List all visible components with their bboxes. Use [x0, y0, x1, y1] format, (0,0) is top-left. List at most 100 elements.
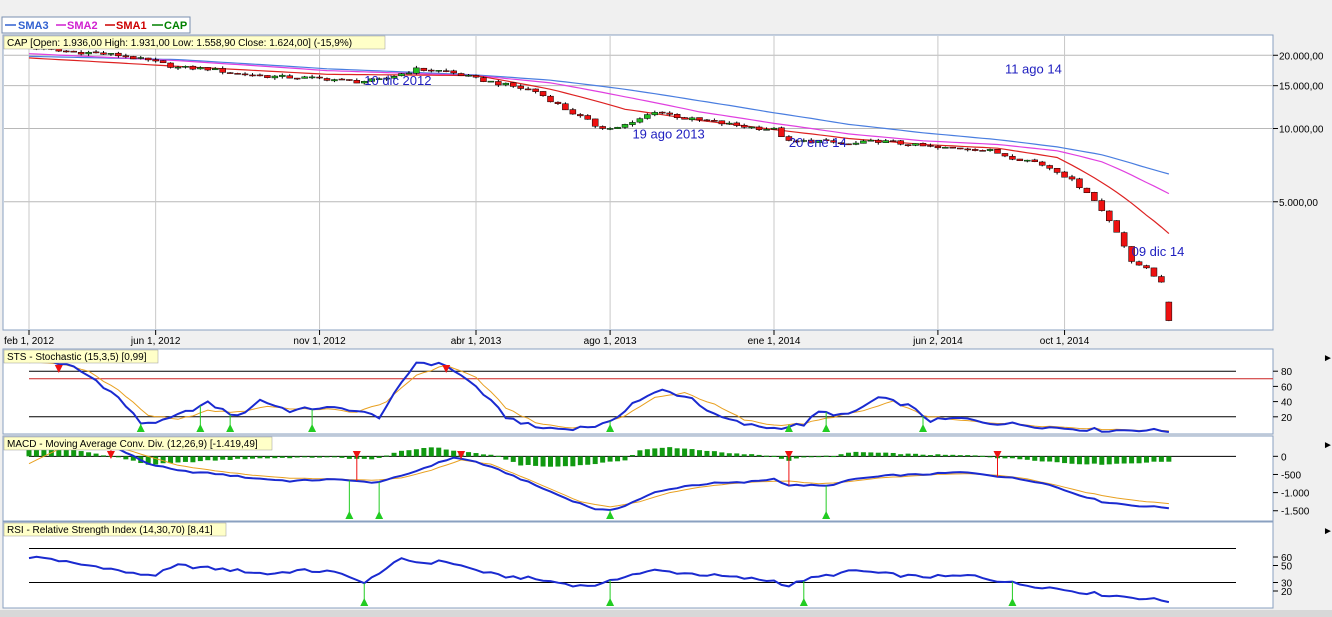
macd-histogram-bar: [205, 456, 211, 461]
macd-histogram-bar: [331, 456, 337, 458]
macd-histogram-bar: [376, 456, 382, 458]
candle-body-down: [718, 120, 726, 125]
date-annotation: 19 ago 2013: [632, 126, 704, 141]
candle-body-down: [1046, 165, 1053, 169]
macd-histogram-bar: [629, 455, 635, 457]
macd-histogram-bar: [793, 456, 799, 459]
macd-histogram-bar: [592, 456, 598, 465]
candle-body-down: [673, 113, 681, 119]
macd-histogram-bar: [257, 456, 263, 459]
macd-histogram-bar: [518, 456, 524, 466]
macd-histogram-bar: [667, 447, 673, 457]
macd-histogram-bar: [93, 453, 99, 457]
macd-histogram-bar: [987, 456, 993, 458]
candle-body-down: [740, 124, 748, 128]
macd-histogram-bar: [279, 456, 285, 458]
macd-histogram-bar: [220, 456, 226, 460]
stochastic-collapse-icon[interactable]: ►: [1323, 353, 1332, 364]
date-annotation: 11 ago 14: [1005, 62, 1062, 77]
macd-histogram-bar: [697, 450, 702, 457]
macd-histogram-bar: [1024, 456, 1030, 460]
candle-body-down: [554, 101, 562, 104]
macd-histogram-bar: [235, 456, 241, 459]
candle-body-up: [860, 140, 867, 144]
macd-histogram-bar: [816, 456, 822, 458]
candle-body-down: [897, 140, 904, 145]
candle: [681, 116, 688, 120]
macd-histogram-bar: [682, 448, 688, 457]
candle-body-down: [510, 82, 517, 87]
candle-body-up: [942, 147, 949, 149]
macd-histogram-bar: [63, 449, 69, 457]
macd-histogram-bar: [488, 454, 494, 457]
macd-histogram-bar: [294, 456, 300, 458]
candle-body-up: [435, 70, 442, 72]
candle-body-down: [979, 150, 986, 152]
candle-body-down: [1165, 301, 1173, 321]
candle-body-down: [92, 51, 100, 54]
candle-body-down: [778, 127, 785, 138]
macd-histogram-bar: [950, 454, 956, 457]
legend: SMA3 SMA2 SMA1 CAP: [1, 16, 191, 34]
legend-label-sma3: SMA3: [18, 20, 49, 32]
macd-histogram-bar: [808, 456, 814, 458]
2-y-tick-label: -1.000: [1281, 489, 1310, 500]
candle-body-down: [547, 95, 554, 103]
candle-body-down: [1106, 210, 1113, 222]
macd-histogram-bar: [548, 456, 553, 467]
candle-body-down: [659, 111, 666, 114]
candle-body-down: [532, 88, 539, 92]
candle: [346, 79, 353, 81]
candle: [1106, 210, 1113, 223]
macd-histogram-bar: [957, 455, 963, 457]
candle: [1113, 220, 1120, 233]
macd-histogram-bar: [175, 456, 181, 463]
candle-body-down: [971, 149, 979, 151]
x-tick-label: abr 1, 2013: [451, 336, 502, 347]
candle-body-down: [480, 77, 487, 82]
macd-histogram-bar: [123, 456, 129, 460]
macd-histogram-bar: [264, 456, 270, 459]
macd-histogram-bar: [413, 449, 419, 457]
candle-body-down: [115, 52, 122, 57]
rsi-collapse-icon[interactable]: ►: [1323, 526, 1332, 537]
macd-histogram-bar: [741, 454, 747, 457]
candle-body-down: [934, 145, 942, 149]
date-annotation: 20 ene 14: [789, 135, 847, 150]
candle: [487, 80, 495, 83]
macd-collapse-icon[interactable]: ►: [1323, 440, 1332, 451]
candle-body-down: [1135, 261, 1143, 266]
price-y-tick-label: 10.000,00: [1279, 125, 1324, 136]
macd-histogram-bar: [942, 454, 948, 457]
macd-histogram-bar: [674, 448, 680, 457]
horizontal-scrollbar[interactable]: [0, 610, 1332, 617]
macd-histogram-bar: [406, 450, 412, 457]
candle: [957, 147, 964, 150]
candle-body-down: [696, 117, 703, 121]
macd-panel-title: MACD - Moving Average Conv. Div. (12,26,…: [7, 439, 258, 450]
macd-histogram-bar: [309, 456, 315, 458]
macd-histogram-bar: [846, 452, 851, 457]
macd-histogram-bar: [197, 456, 203, 462]
x-tick-label: ago 1, 2013: [584, 336, 637, 347]
candle: [949, 146, 957, 149]
macd-histogram-bar: [778, 456, 784, 459]
legend-label-cap: CAP: [164, 20, 187, 32]
rsi-panel: 60503020 RSI - Relative Strength Index (…: [2, 521, 1332, 609]
x-tick-label: feb 1, 2012: [4, 336, 54, 347]
price-panel: 10 dic 2012 19 ago 2013 20 ene 14 11 ago 14…: [2, 34, 1324, 347]
1-y-tick-label: 20: [1281, 413, 1293, 424]
candle-body-up: [867, 139, 875, 142]
candle-body-up: [770, 127, 778, 130]
macd-histogram-bar: [1062, 456, 1068, 464]
macd-histogram-bar: [607, 456, 613, 462]
candle: [778, 126, 785, 138]
candle-body-down: [1016, 158, 1024, 161]
macd-histogram-bar: [421, 447, 427, 457]
candle-body-up: [763, 129, 770, 131]
macd-histogram-bar: [1136, 456, 1142, 464]
macd-histogram-bar: [555, 456, 561, 467]
candle-body-down: [472, 75, 480, 78]
candle-body-up: [614, 126, 621, 129]
candle-body-down: [733, 122, 740, 126]
